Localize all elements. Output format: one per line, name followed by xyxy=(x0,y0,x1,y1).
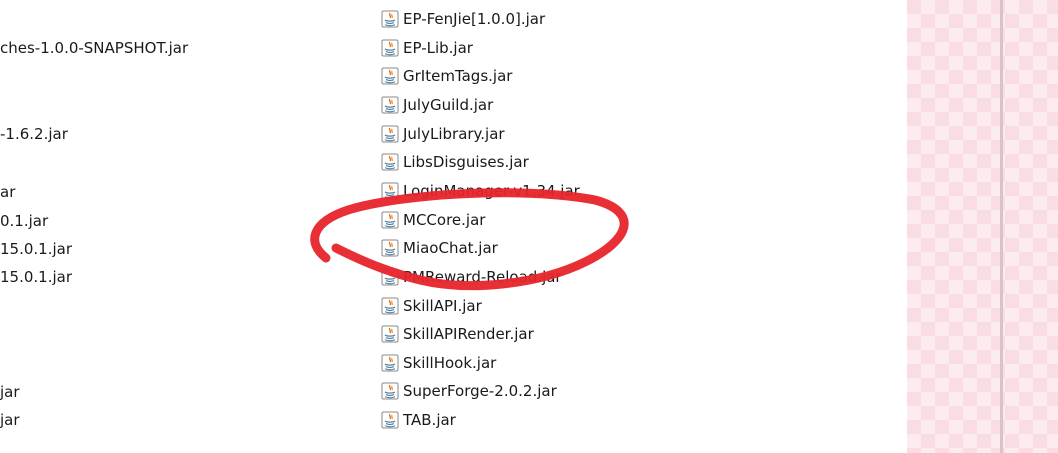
file-name: EP-FenJie[1.0.0].jar xyxy=(403,10,546,28)
java-jar-file-icon xyxy=(381,297,399,314)
java-jar-file-icon xyxy=(381,382,399,400)
file-name: GrItemTags.jar xyxy=(403,67,513,86)
java-jar-file-icon xyxy=(381,325,399,343)
file-name: LoginManager-v1.34.jar xyxy=(403,181,580,200)
file-name: TAB.jar xyxy=(403,411,456,430)
file-item[interactable]: EP-Lib.jar xyxy=(381,34,473,62)
file-name: MCCore.jar xyxy=(403,210,486,229)
file-item[interactable]: SkillAPI.jar xyxy=(381,292,482,320)
window-divider xyxy=(1000,0,1003,453)
file-name: MiaoChat.jar xyxy=(403,239,498,258)
file-name: JulyLibrary.jar xyxy=(403,124,505,143)
java-jar-file-icon xyxy=(381,211,399,229)
file-name: PMReward-Reload.jar xyxy=(403,267,562,286)
java-jar-file-icon xyxy=(381,96,399,114)
file-name: SkillHook.jar xyxy=(403,353,497,372)
java-jar-file-icon xyxy=(381,268,399,286)
java-jar-file-icon xyxy=(381,125,399,143)
file-item[interactable]: MiaoChat.jar xyxy=(381,234,498,262)
file-item[interactable]: SkillAPIRender.jar xyxy=(381,320,534,348)
file-name: JulyGuild.jar xyxy=(403,95,494,114)
file-item[interactable]: MCCore.jar xyxy=(381,206,485,234)
java-jar-file-icon xyxy=(381,239,399,257)
file-name: SuperForge-2.0.2.jar xyxy=(403,382,557,401)
file-item[interactable]: EP-FenJie[1.0.0].jar xyxy=(381,5,545,33)
java-jar-file-icon xyxy=(381,354,399,372)
file-name[interactable]: 0.1.jar xyxy=(0,207,48,235)
file-name[interactable]: 15.0.1.jar xyxy=(0,235,72,263)
java-jar-file-icon xyxy=(381,153,399,171)
file-item[interactable]: JulyLibrary.jar xyxy=(381,120,505,148)
file-item[interactable]: TAB.jar xyxy=(381,406,456,434)
file-item[interactable]: PMReward-Reload.jar xyxy=(381,263,562,291)
file-name[interactable]: ches-1.0.0-SNAPSHOT.jar xyxy=(0,34,188,62)
file-name: SkillAPIRender.jar xyxy=(403,325,534,344)
file-item[interactable]: GrItemTags.jar xyxy=(381,62,512,90)
file-item[interactable]: JulyGuild.jar xyxy=(381,91,493,119)
java-jar-file-icon xyxy=(381,67,399,85)
file-name[interactable]: 15.0.1.jar xyxy=(0,263,72,291)
java-jar-file-icon xyxy=(381,182,399,200)
file-item[interactable]: LoginManager-v1.34.jar xyxy=(381,177,580,205)
file-name[interactable]: ar xyxy=(0,178,15,206)
file-name[interactable]: jar xyxy=(0,378,20,406)
file-name: SkillAPI.jar xyxy=(403,296,482,315)
file-name[interactable]: -1.6.2.jar xyxy=(0,120,68,148)
file-name[interactable]: jar xyxy=(0,406,20,434)
file-item[interactable]: SkillHook.jar xyxy=(381,349,496,377)
java-jar-file-icon xyxy=(381,411,399,429)
file-item[interactable]: SuperForge-2.0.2.jar xyxy=(381,377,557,405)
file-name: EP-Lib.jar xyxy=(403,38,473,57)
file-name: LibsDisguises.jar xyxy=(403,153,529,172)
file-item[interactable]: LibsDisguises.jar xyxy=(381,148,529,176)
java-jar-file-icon xyxy=(381,39,399,57)
java-jar-file-icon xyxy=(381,10,399,28)
desktop-wallpaper xyxy=(907,0,1058,453)
